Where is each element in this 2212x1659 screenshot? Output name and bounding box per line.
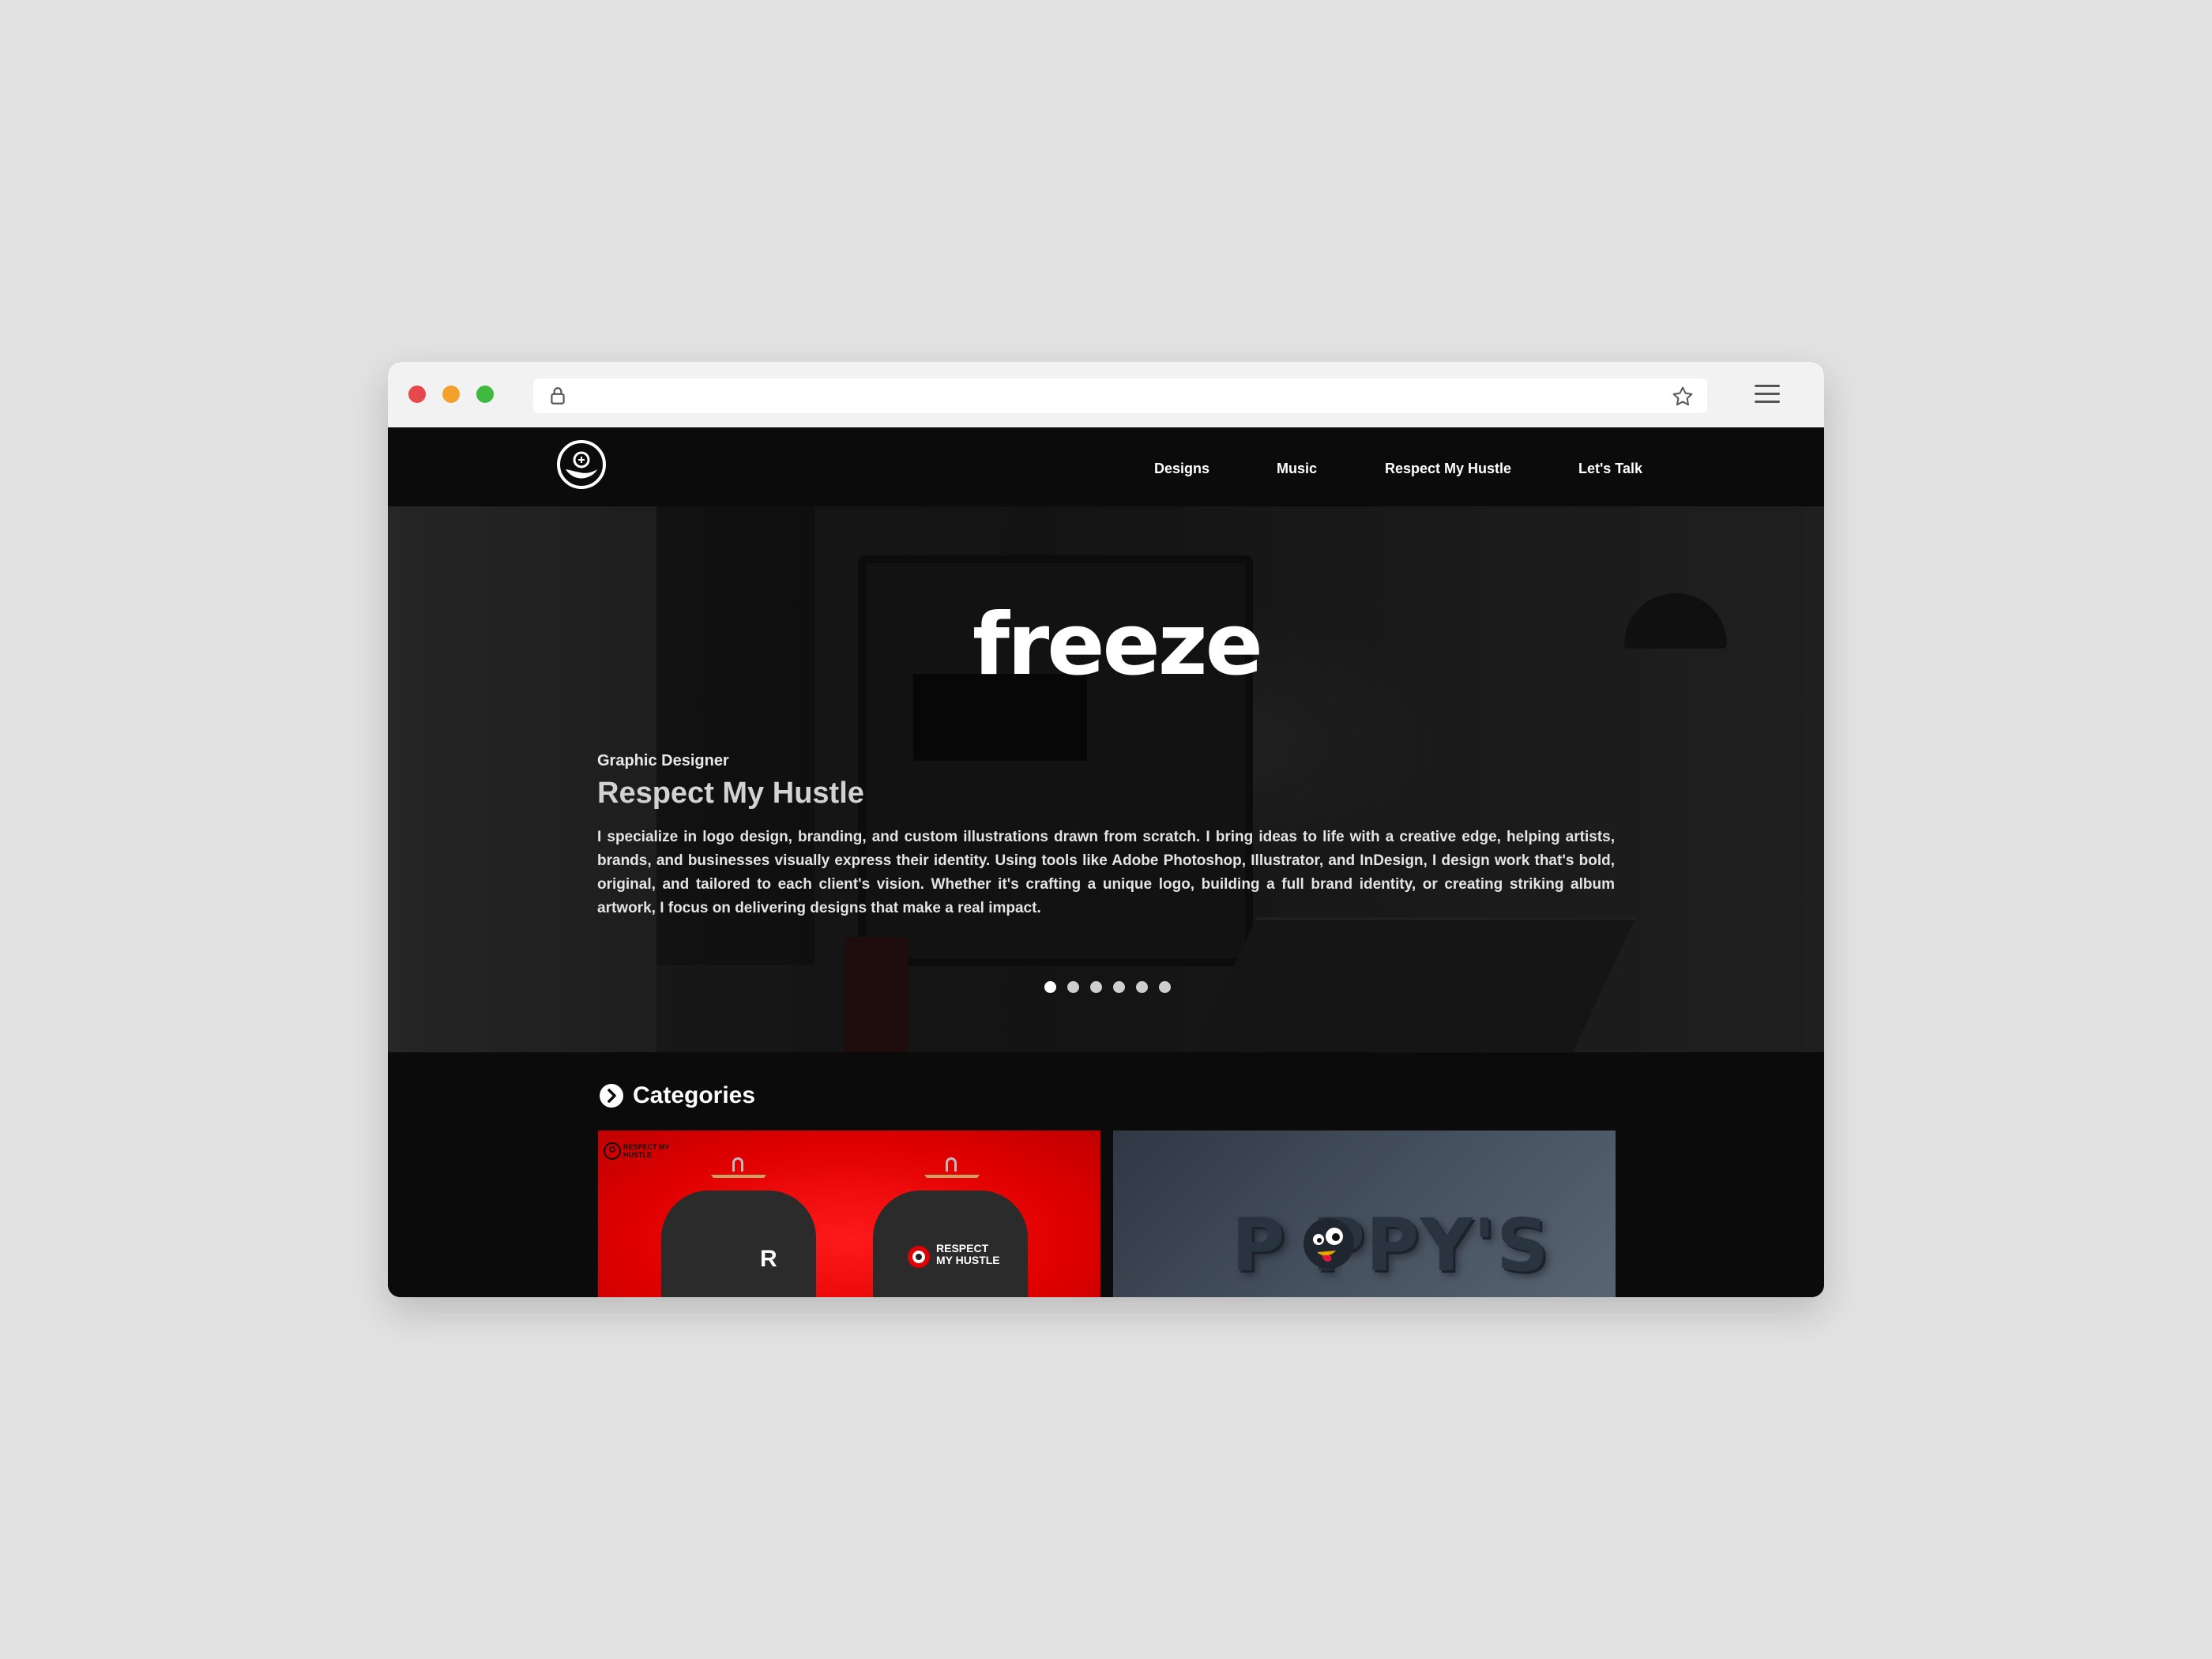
slider-dot[interactable] [1136, 981, 1148, 993]
sweater-brand-text: RESPECT MY HUSTLE [936, 1242, 1000, 1266]
nav-link-designs[interactable]: Designs [1154, 461, 1209, 477]
sweater-mockup: RESPECT MY HUSTLE [873, 1191, 1028, 1297]
category-card-poppys[interactable]: P PPY'S [1113, 1130, 1616, 1297]
slider-dot[interactable] [1113, 981, 1125, 993]
hero-title: Respect My Hustle [597, 777, 864, 810]
website: Designs Music Respect My Hustle Let's Ta… [388, 427, 1824, 1297]
hanger-hook [732, 1157, 743, 1172]
respect-my-hustle-logo-icon [604, 1142, 621, 1160]
hanger-hook [946, 1157, 957, 1172]
freeze-wordmark: freeze [972, 596, 1263, 694]
sweater-logo-icon [908, 1246, 930, 1268]
nav-link-lets-talk[interactable]: Let's Talk [1578, 461, 1642, 477]
hero-description: I specialize in logo design, branding, a… [597, 829, 1615, 916]
chevron-right-circle-icon [600, 1084, 623, 1108]
main-navigation: Designs Music Respect My Hustle Let's Ta… [388, 427, 1824, 506]
category-card-respect-my-hustle[interactable]: RESPECT MY HUSTLE R RESPECT MY HUSTLE [598, 1130, 1100, 1297]
browser-toolbar [388, 362, 1824, 427]
hamburger-menu-icon[interactable] [1753, 382, 1781, 407]
site-header: Designs Music Respect My Hustle Let's Ta… [388, 427, 1824, 506]
sweater-letter: R [760, 1246, 777, 1272]
slider-dot[interactable] [1044, 981, 1056, 993]
address-bar[interactable] [533, 378, 1707, 413]
slider-dot[interactable] [1159, 981, 1171, 993]
slider-dot[interactable] [1067, 981, 1079, 993]
sweater-mockup: R [661, 1191, 816, 1297]
browser-window: Designs Music Respect My Hustle Let's Ta… [388, 362, 1824, 1297]
poppys-wordmark: P PPY'S [1232, 1203, 1550, 1288]
nav-link-respect-my-hustle[interactable]: Respect My Hustle [1385, 461, 1511, 477]
hero-banner: freeze Graphic Designer Respect My Hustl… [388, 506, 1824, 1052]
poppys-mascot-icon [1304, 1218, 1354, 1269]
minimize-window-button[interactable] [442, 386, 460, 403]
close-window-button[interactable] [408, 386, 426, 403]
slider-dot[interactable] [1090, 981, 1102, 993]
maximize-window-button[interactable] [476, 386, 494, 403]
lock-icon [551, 387, 565, 404]
hero-role: Graphic Designer [597, 752, 729, 769]
categories-title: Categories [633, 1082, 756, 1108]
nav-link-music[interactable]: Music [1277, 461, 1317, 477]
card-brand-label: RESPECT MY HUSTLE [623, 1143, 670, 1159]
bookmark-star-icon[interactable] [1671, 385, 1695, 408]
